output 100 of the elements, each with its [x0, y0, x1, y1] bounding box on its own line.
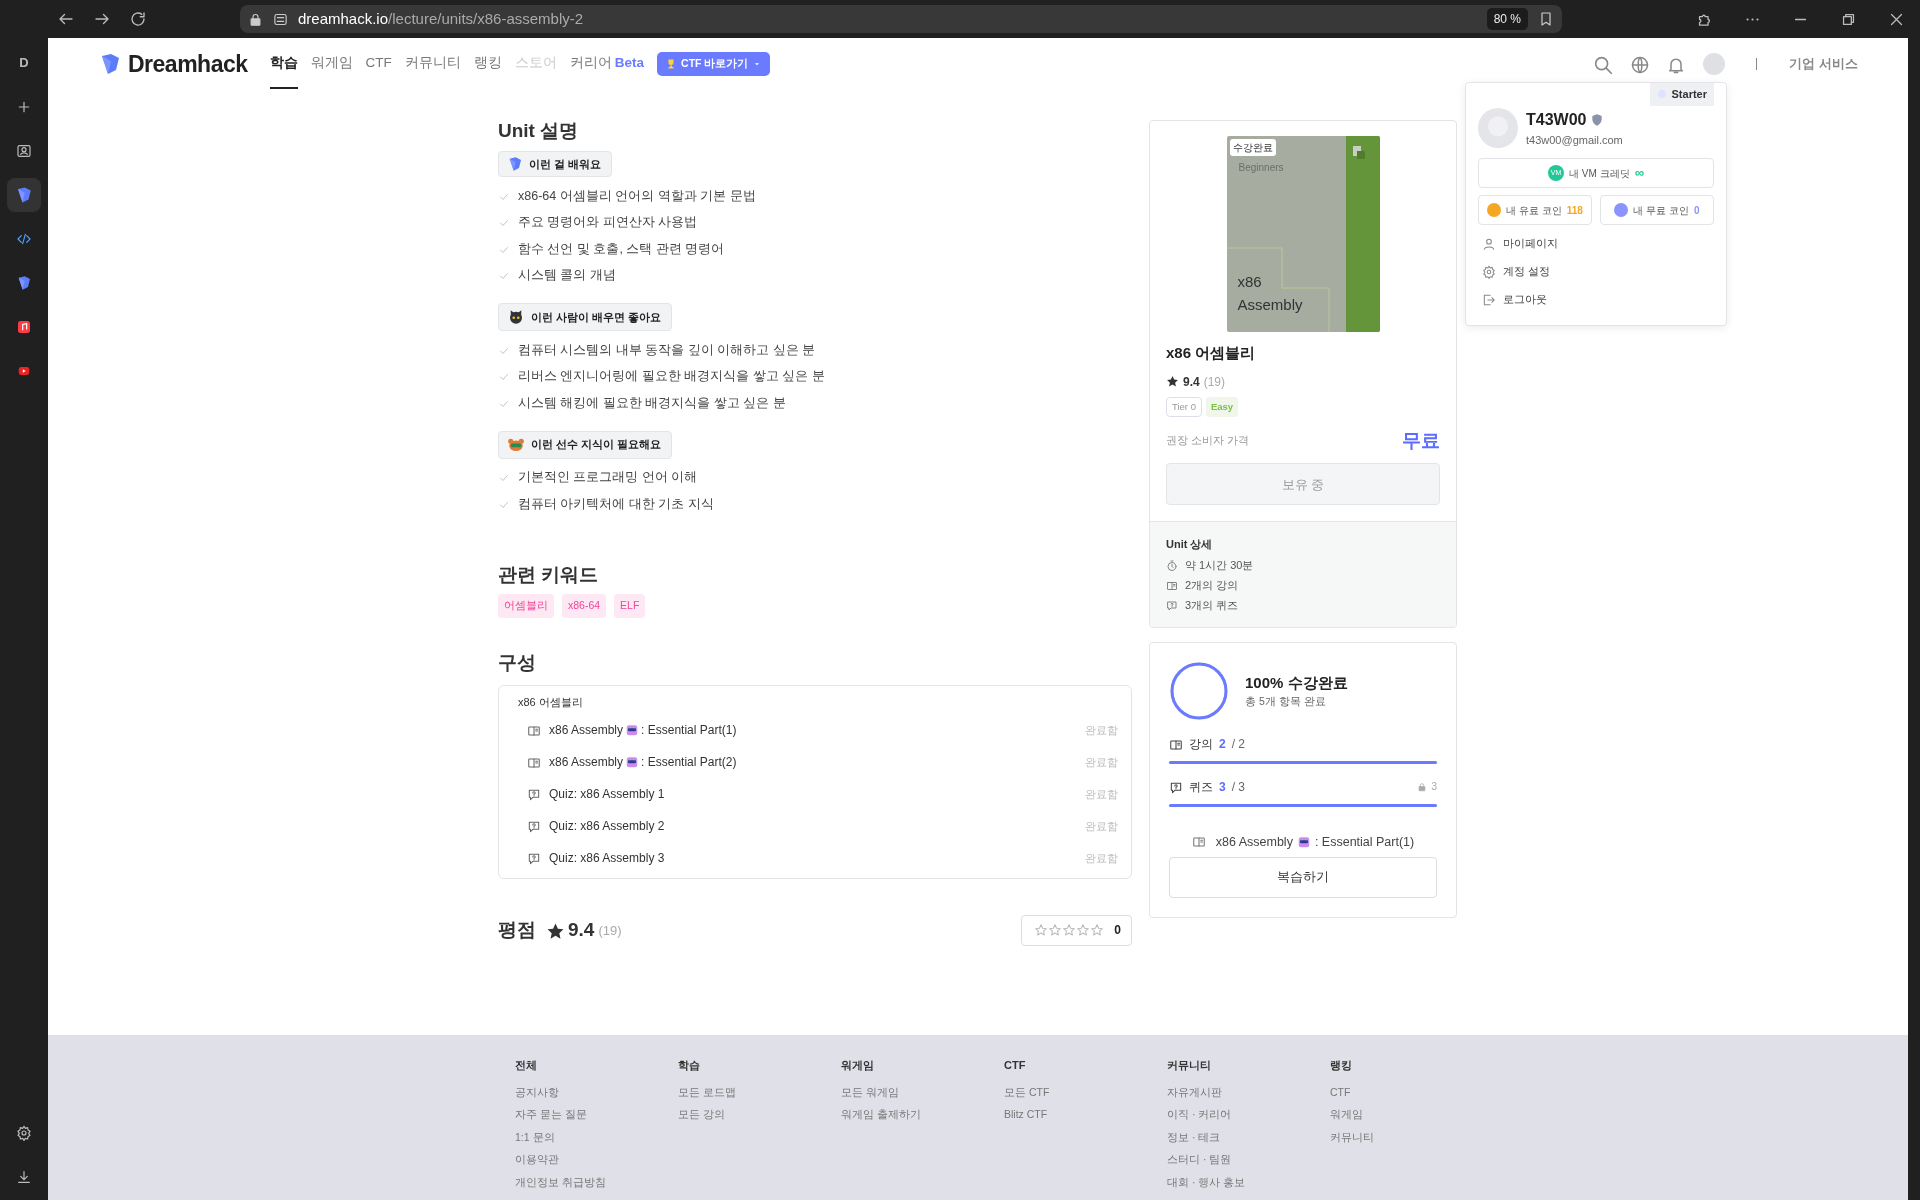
- settings-icon[interactable]: [16, 1125, 32, 1141]
- footer-link[interactable]: 자주 묻는 질문: [515, 1107, 678, 1130]
- menu-item[interactable]: 마이페이지: [1478, 229, 1714, 257]
- list-item: 리버스 엔지니어링에 필요한 배경지식을 쌓고 싶은 분: [518, 368, 825, 386]
- rating-input[interactable]: 0: [1021, 914, 1132, 946]
- globe-icon[interactable]: [1630, 54, 1651, 75]
- star-outline-icon: [1090, 923, 1105, 938]
- reload-icon[interactable]: [129, 10, 147, 28]
- footer-link[interactable]: 모든 워게임: [841, 1084, 1004, 1107]
- curriculum-item[interactable]: Quiz: x86 Assembly 3 완료함: [518, 841, 1118, 874]
- url-host: dreamhack.io: [298, 8, 389, 29]
- star-outline-icon: [1034, 923, 1049, 938]
- nav-tab[interactable]: CTF: [365, 38, 392, 90]
- list-item: x86-64 어셈블리 언어의 역할과 기본 문법: [518, 187, 756, 205]
- list-item: 기본적인 프로그래밍 언어 이해: [518, 469, 698, 487]
- footer-link[interactable]: 모든 로드맵: [678, 1084, 841, 1107]
- footer-link[interactable]: 워게임: [1330, 1107, 1493, 1130]
- keyword-tag[interactable]: ELF: [614, 594, 646, 619]
- footer-link[interactable]: 이직 · 커리어: [1167, 1107, 1330, 1130]
- nav-tab[interactable]: 커뮤니티: [404, 38, 461, 90]
- progress-label: 퀴즈: [1189, 778, 1213, 796]
- coin-button[interactable]: 내 유료 코인 118: [1478, 195, 1592, 225]
- logo-icon[interactable]: [15, 186, 33, 204]
- ctf-button[interactable]: CTF 바로가기: [657, 52, 771, 76]
- book-icon: [1191, 835, 1206, 850]
- item-title: x86 Assembly: [549, 753, 624, 771]
- footer-heading: 워게임: [841, 1058, 875, 1073]
- status-text: 완료함: [1085, 786, 1118, 802]
- contact-card-icon[interactable]: [16, 143, 32, 159]
- footer-link[interactable]: 자유게시판: [1167, 1084, 1330, 1107]
- detail-text: 2개의 강의: [1185, 577, 1239, 593]
- avatar: [1478, 107, 1518, 148]
- review-button[interactable]: 복습하기: [1169, 856, 1437, 898]
- site-settings-icon: [273, 11, 288, 27]
- difficulty-badge: Easy: [1205, 396, 1239, 417]
- plus-icon[interactable]: [16, 99, 32, 115]
- cat-icon: [507, 308, 525, 327]
- code-icon[interactable]: [16, 231, 32, 247]
- footer-link[interactable]: 공지사항: [515, 1084, 678, 1107]
- price: 무료: [1402, 428, 1440, 453]
- speech-bubble-icon: [527, 819, 541, 834]
- book-icon: [527, 723, 541, 738]
- nav-tab[interactable]: 워게임: [310, 38, 353, 90]
- keyword-tag[interactable]: x86-64: [562, 594, 607, 619]
- menu-item[interactable]: 로그아웃: [1478, 285, 1714, 313]
- footer-link[interactable]: 모든 CTF: [1004, 1084, 1167, 1107]
- footer-link[interactable]: Blitz CTF: [1004, 1107, 1167, 1130]
- curriculum-item[interactable]: x86 Assembly : Essential Part(1) 완료함: [518, 713, 1118, 746]
- menu-item[interactable]: 계정 설정: [1478, 257, 1714, 285]
- item-title: : Essential Part(1): [641, 721, 737, 739]
- course-title: x86 어셈블리: [1166, 343, 1257, 363]
- footer-link[interactable]: CTF: [1330, 1084, 1493, 1107]
- curriculum-item[interactable]: Quiz: x86 Assembly 2 완료함: [518, 809, 1118, 842]
- footer-heading: 랭킹: [1330, 1058, 1353, 1073]
- settings-icon: [1482, 264, 1496, 279]
- keyword-tag[interactable]: 어셈블리: [498, 594, 554, 619]
- lock-icon: [1417, 781, 1428, 792]
- reading-list-icon[interactable]: [1538, 11, 1554, 27]
- footer-link[interactable]: 커뮤니티: [1330, 1129, 1493, 1152]
- section-title: Unit 설명: [498, 120, 580, 143]
- details-title: Unit 상세: [1166, 537, 1214, 553]
- address-bar[interactable]: dreamhack.io/lecture/units/x86-assembly-2 80 %: [240, 5, 1562, 33]
- speech-bubble-icon: [527, 851, 541, 866]
- logout-icon: [1482, 292, 1496, 307]
- music-icon[interactable]: [16, 319, 32, 335]
- footer-heading: CTF: [1004, 1058, 1027, 1073]
- nav-tab[interactable]: 학습: [269, 38, 298, 90]
- coin-button[interactable]: 내 무료 코인 0: [1600, 195, 1714, 225]
- url-path: /lecture/units/x86-assembly-2: [388, 8, 584, 29]
- footer-link[interactable]: 정보 · 테크: [1167, 1129, 1330, 1152]
- video-icon[interactable]: [17, 364, 31, 378]
- star-outline-icon: [1062, 923, 1077, 938]
- completed-badge: 수강완료: [1229, 139, 1276, 156]
- shield-icon: [1590, 112, 1605, 127]
- footer-link[interactable]: 1:1 문의: [515, 1129, 678, 1152]
- workspace-letter[interactable]: D: [7, 46, 41, 80]
- footer-link[interactable]: 개인정보 취급방침: [515, 1174, 678, 1197]
- zoom-level[interactable]: 80 %: [1486, 8, 1528, 30]
- footer-link[interactable]: 스터디 · 팀원: [1167, 1152, 1330, 1175]
- nav-tab[interactable]: 랭킹: [473, 38, 502, 90]
- plan-badge: Starter: [1649, 83, 1714, 106]
- curriculum-item[interactable]: x86 Assembly : Essential Part(2) 완료함: [518, 745, 1118, 778]
- footer-heading: 전체: [515, 1058, 538, 1073]
- list-item: 함수 선언 및 호출, 스택 관련 명령어: [518, 240, 725, 258]
- next-item-title: : Essential Part(1): [1314, 833, 1415, 851]
- done-count: 2: [1219, 735, 1226, 753]
- footer-link[interactable]: 워게임 출제하기: [841, 1107, 1004, 1130]
- nav-tab[interactable]: 커리어 Beta: [569, 38, 645, 90]
- section-label: 이런 사람이 배우면 좋아요: [498, 303, 673, 332]
- footer-link[interactable]: 이용약관: [515, 1152, 678, 1175]
- unit-name: x86 어셈블리: [518, 694, 584, 710]
- book-icon: [1169, 737, 1183, 752]
- download-icon[interactable]: [16, 1169, 32, 1185]
- logo-icon[interactable]: [16, 275, 32, 291]
- footer-link[interactable]: 모든 강의: [678, 1107, 841, 1130]
- list-item: 컴퓨터 아키텍처에 대한 기초 지식: [518, 495, 714, 513]
- corporate-link[interactable]: 기업 서비스: [1789, 54, 1858, 74]
- status-text: 완료함: [1085, 722, 1118, 738]
- footer-link[interactable]: 대회 · 행사 홍보: [1167, 1174, 1330, 1197]
- curriculum-item[interactable]: Quiz: x86 Assembly 1 완료함: [518, 777, 1118, 810]
